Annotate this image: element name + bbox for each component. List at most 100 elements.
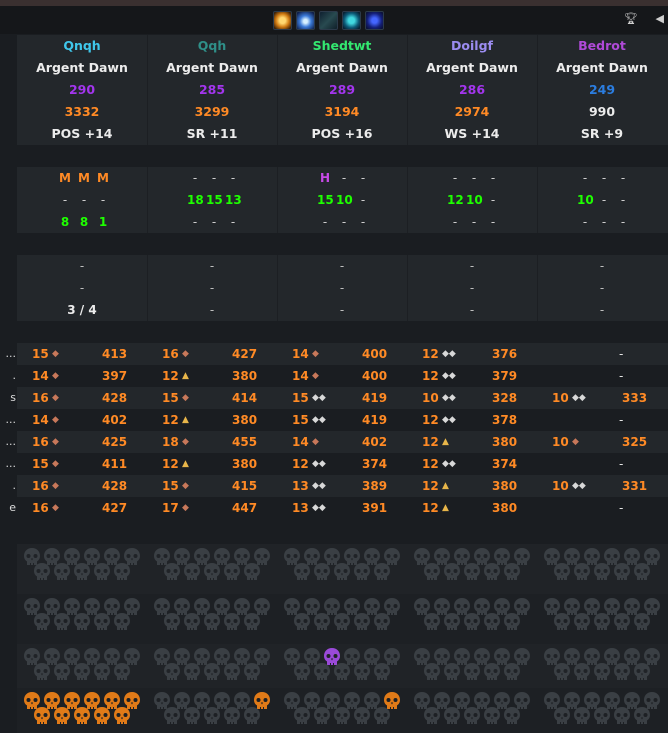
- arcane-sigil-icon[interactable]: [365, 11, 384, 30]
- item-level: 425: [102, 435, 128, 449]
- player-best-key: POS +14: [51, 126, 113, 141]
- player-name[interactable]: Qqh: [147, 35, 277, 57]
- skull-icon: [74, 707, 90, 724]
- item-level: 402: [102, 413, 128, 427]
- player-best-key: SR +11: [186, 126, 238, 141]
- gem-icon: ◆: [52, 393, 59, 403]
- player-score: 249: [588, 82, 616, 97]
- ilvl-row: 16 ◆ 428 15 ◆ 414 15 ◆◆ 419 10 ◆◆ 328 10 ◆◆ 333: [17, 387, 668, 409]
- empty-slot: -: [619, 369, 624, 383]
- gem-icon: ◆: [52, 437, 59, 447]
- double-gem-icon: ◆◆: [442, 459, 456, 469]
- upgrade-level: 10: [552, 435, 569, 449]
- gem-icon: ◆: [52, 459, 59, 469]
- extra-value: -: [339, 259, 345, 273]
- ilvl-row: 16 ◆ 425 18 ◆ 455 14 ◆ 402 12 ▲ 380 10 ◆ 325: [17, 431, 668, 453]
- sun-burst-icon[interactable]: [273, 11, 292, 30]
- item-level: 419: [362, 391, 388, 405]
- upgrade-level: 15: [32, 457, 49, 471]
- tier-value: -: [601, 193, 607, 207]
- shadow-rune-icon[interactable]: [319, 11, 338, 30]
- ilvl-row: 15 ◆ 413 16 ◆ 427 14 ◆ 400 12 ◆◆ 376-: [17, 343, 668, 365]
- skull-icon: [424, 613, 440, 630]
- extra-value: -: [79, 281, 85, 295]
- skull-grid: [17, 540, 668, 733]
- empty-slot: -: [619, 347, 624, 361]
- item-level: 428: [102, 391, 128, 405]
- tier-value: -: [471, 215, 477, 229]
- skull-icon: [464, 563, 480, 580]
- tier-value: -: [582, 215, 588, 229]
- upgrade-level: 14: [32, 413, 49, 427]
- double-gem-icon: ◆◆: [572, 481, 586, 491]
- player-name[interactable]: Qnqh: [17, 35, 147, 57]
- player-name[interactable]: Shedtwt: [277, 35, 407, 57]
- megaphone-icon[interactable]: ◀: [656, 12, 664, 25]
- double-gem-icon: ◆◆: [312, 393, 326, 403]
- double-gem-icon: ◆◆: [312, 415, 326, 425]
- cyan-glyph-icon[interactable]: [342, 11, 361, 30]
- skull-icon: [224, 613, 240, 630]
- empty-slot: -: [619, 457, 624, 471]
- gem-icon: ◆: [52, 503, 59, 513]
- upgrade-level: 15: [292, 391, 309, 405]
- skull-icon: [504, 663, 520, 680]
- double-gem-icon: ◆◆: [442, 349, 456, 359]
- tier-value: -: [601, 215, 607, 229]
- upgrade-level: 15: [162, 479, 179, 493]
- row-label: .: [12, 479, 17, 492]
- extra-value: -: [209, 259, 215, 273]
- trophy-icon[interactable]: 🏆︎: [624, 12, 638, 25]
- skull-icon: [504, 613, 520, 630]
- upgrade-level: 12: [422, 347, 439, 361]
- gem-icon: ◆: [312, 371, 319, 381]
- skull-icon: [114, 663, 130, 680]
- player-realm: Argent Dawn: [426, 60, 518, 75]
- double-gem-icon: ◆◆: [442, 393, 456, 403]
- item-level: 380: [232, 369, 258, 383]
- skull-icon: [374, 707, 390, 724]
- skull-icon: [424, 663, 440, 680]
- upgrade-level: 18: [162, 435, 179, 449]
- column-separator: [277, 167, 278, 233]
- upgrade-level: 12: [162, 457, 179, 471]
- upgrade-level: 17: [162, 501, 179, 515]
- item-level: 380: [232, 457, 258, 471]
- item-level: 419: [362, 413, 388, 427]
- upgrade-level: 16: [162, 347, 179, 361]
- upgrade-level: 10: [552, 391, 569, 405]
- row-label: ...: [5, 413, 17, 426]
- tier-value: -: [341, 215, 347, 229]
- tier-value: -: [360, 193, 366, 207]
- skull-icon: [54, 563, 70, 580]
- upgrade-level: 12: [422, 479, 439, 493]
- skull-icon: [244, 613, 260, 630]
- tier-value: -: [620, 171, 626, 185]
- player-score: 289: [328, 82, 356, 97]
- upgrade-level: 12: [162, 369, 179, 383]
- upgrade-level: 15: [292, 413, 309, 427]
- skull-icon: [374, 663, 390, 680]
- tier-value: -: [360, 171, 366, 185]
- skull-icon: [634, 707, 650, 724]
- skull-icon: [224, 663, 240, 680]
- frost-orb-icon[interactable]: [296, 11, 315, 30]
- upgrade-level: 14: [292, 369, 309, 383]
- player-name[interactable]: Bedrot: [537, 35, 667, 57]
- upgrade-level: 16: [32, 501, 49, 515]
- skull-icon: [294, 707, 310, 724]
- extra-panel: - - 3 / 4 - - - - - - - - - - - -: [17, 255, 668, 321]
- skull-icon: [634, 663, 650, 680]
- upgrade-level: 12: [292, 457, 309, 471]
- tier-value: -: [471, 171, 477, 185]
- skull-icon: [54, 613, 70, 630]
- upgrade-level: 16: [32, 391, 49, 405]
- skull-icon: [224, 563, 240, 580]
- tier-value: 15: [317, 193, 334, 207]
- skull-icon: [114, 707, 130, 724]
- ilvl-row: 14 ◆ 402 12 ▲ 380 15 ◆◆ 419 12 ◆◆ 378-: [17, 409, 668, 431]
- tier-value: M: [97, 171, 109, 185]
- player-name[interactable]: Doilgf: [407, 35, 537, 57]
- item-level: 374: [492, 457, 518, 471]
- item-level: 374: [362, 457, 388, 471]
